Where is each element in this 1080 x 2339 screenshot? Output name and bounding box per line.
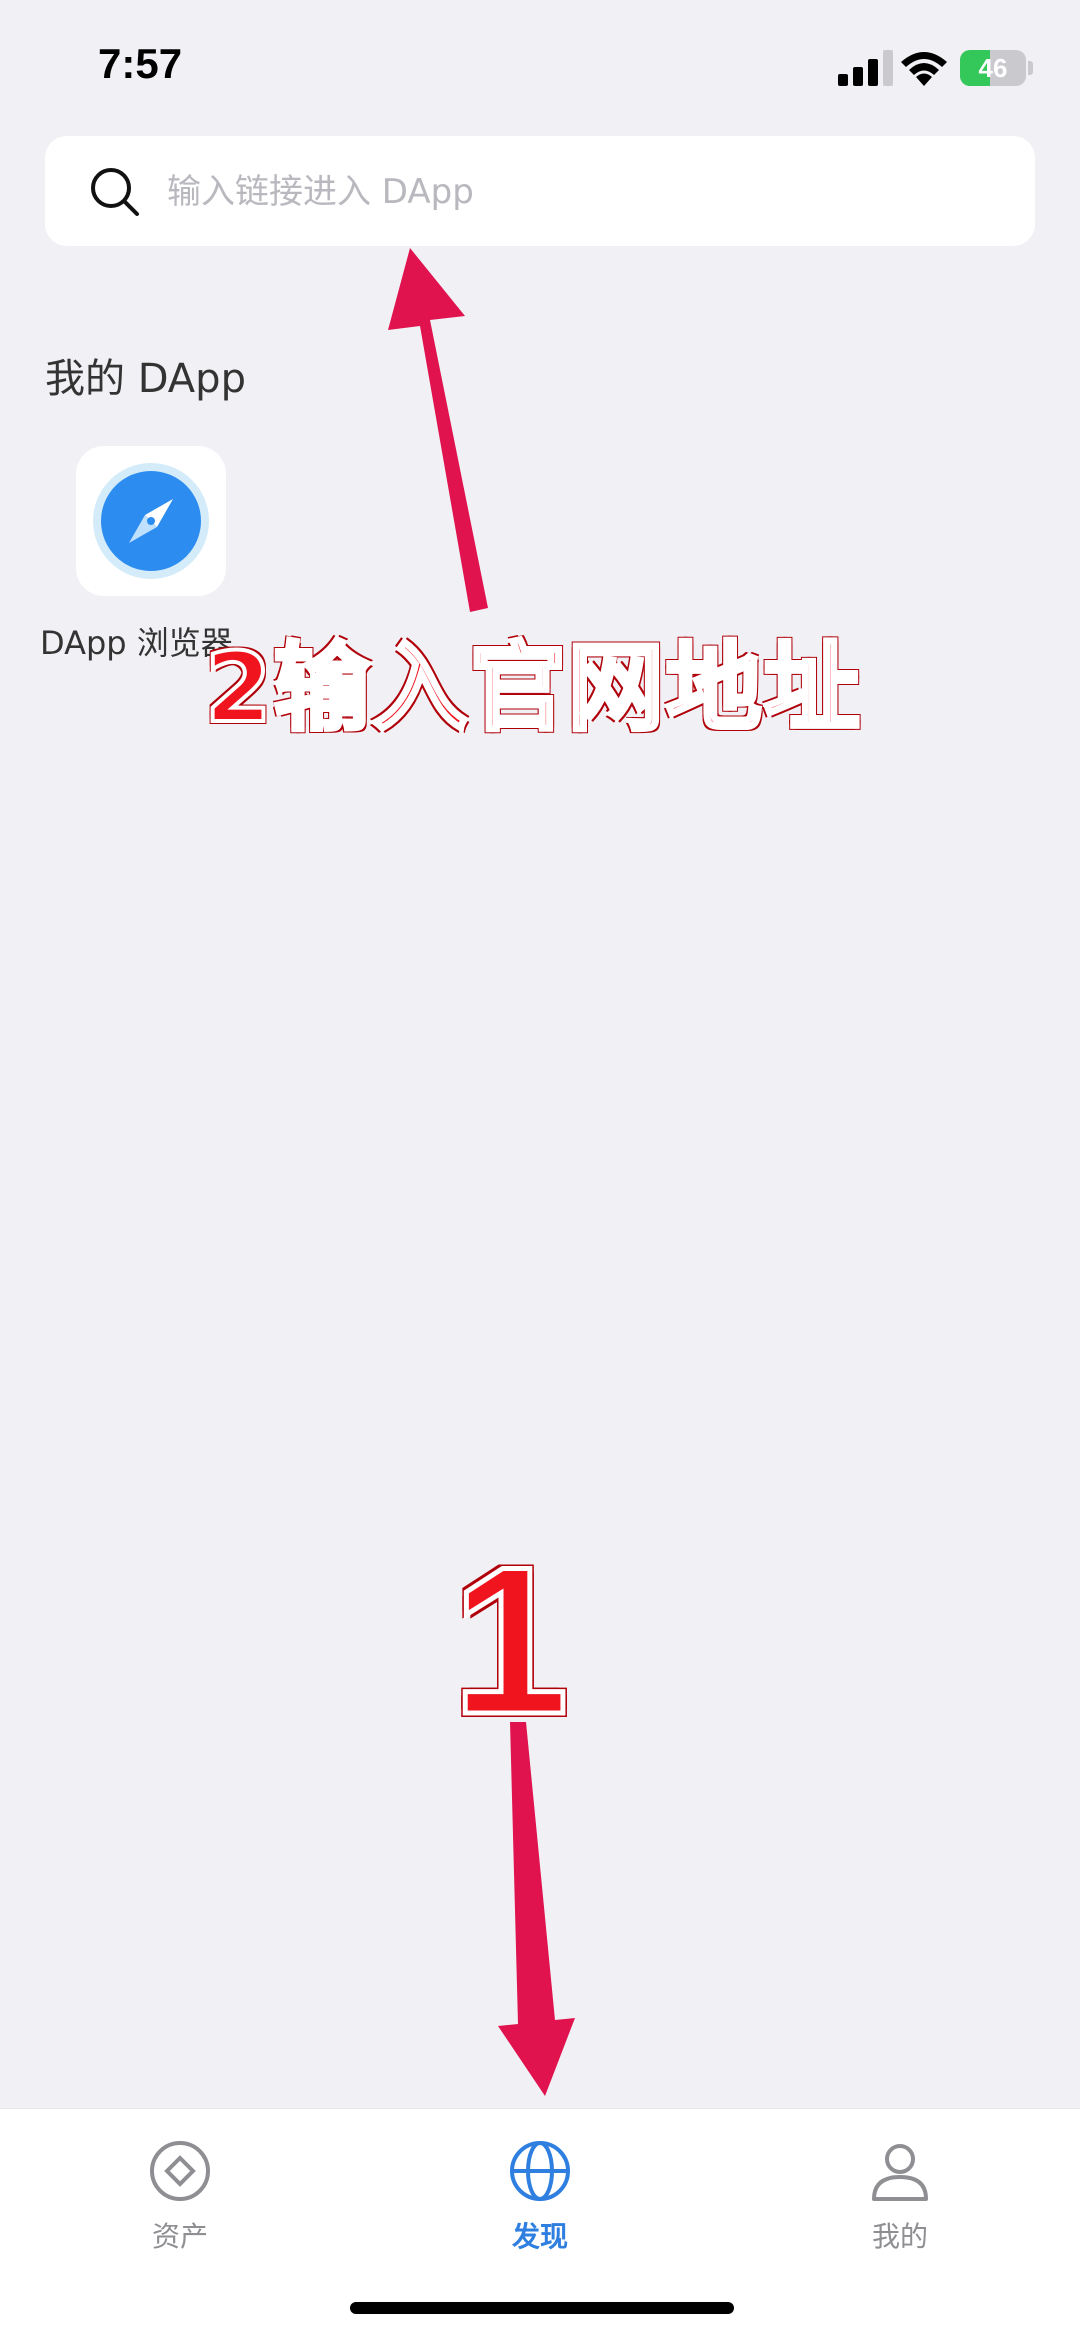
tab-label-assets: 资产 — [151, 2220, 208, 2253]
tab-label-discover: 发现 — [511, 2220, 568, 2253]
status-time: 7:57 — [98, 40, 183, 87]
tab-discover[interactable]: 发现 — [440, 2129, 640, 2259]
arrow-to-search — [388, 248, 488, 612]
status-bar: 7:57 46 — [0, 0, 1080, 120]
search-bar[interactable] — [45, 136, 1035, 248]
battery-cap — [1028, 61, 1033, 75]
app-icon-box[interactable] — [76, 446, 226, 596]
signal-icon — [838, 50, 893, 86]
user-icon — [872, 2144, 928, 2201]
section-title-my-dapp: 我的 DApp — [45, 356, 246, 402]
search-input[interactable] — [165, 136, 1009, 248]
tab-label-me: 我的 — [871, 2220, 928, 2253]
search-icon — [91, 168, 139, 216]
tab-me[interactable]: 我的 — [800, 2129, 1000, 2259]
wifi-icon — [901, 52, 947, 86]
annotation-step2: 2输入官网地址 — [203, 630, 862, 746]
home-indicator — [350, 2302, 734, 2314]
assets-icon — [150, 2141, 210, 2201]
battery-icon: 46 — [960, 50, 1026, 86]
globe-icon — [510, 2141, 570, 2201]
annotation-step1: 1 — [450, 1521, 572, 1761]
arrow-to-tab — [498, 1722, 575, 2096]
battery-level: 46 — [978, 53, 1008, 83]
compass-icon — [93, 463, 209, 579]
tab-assets[interactable]: 资产 — [80, 2129, 280, 2259]
